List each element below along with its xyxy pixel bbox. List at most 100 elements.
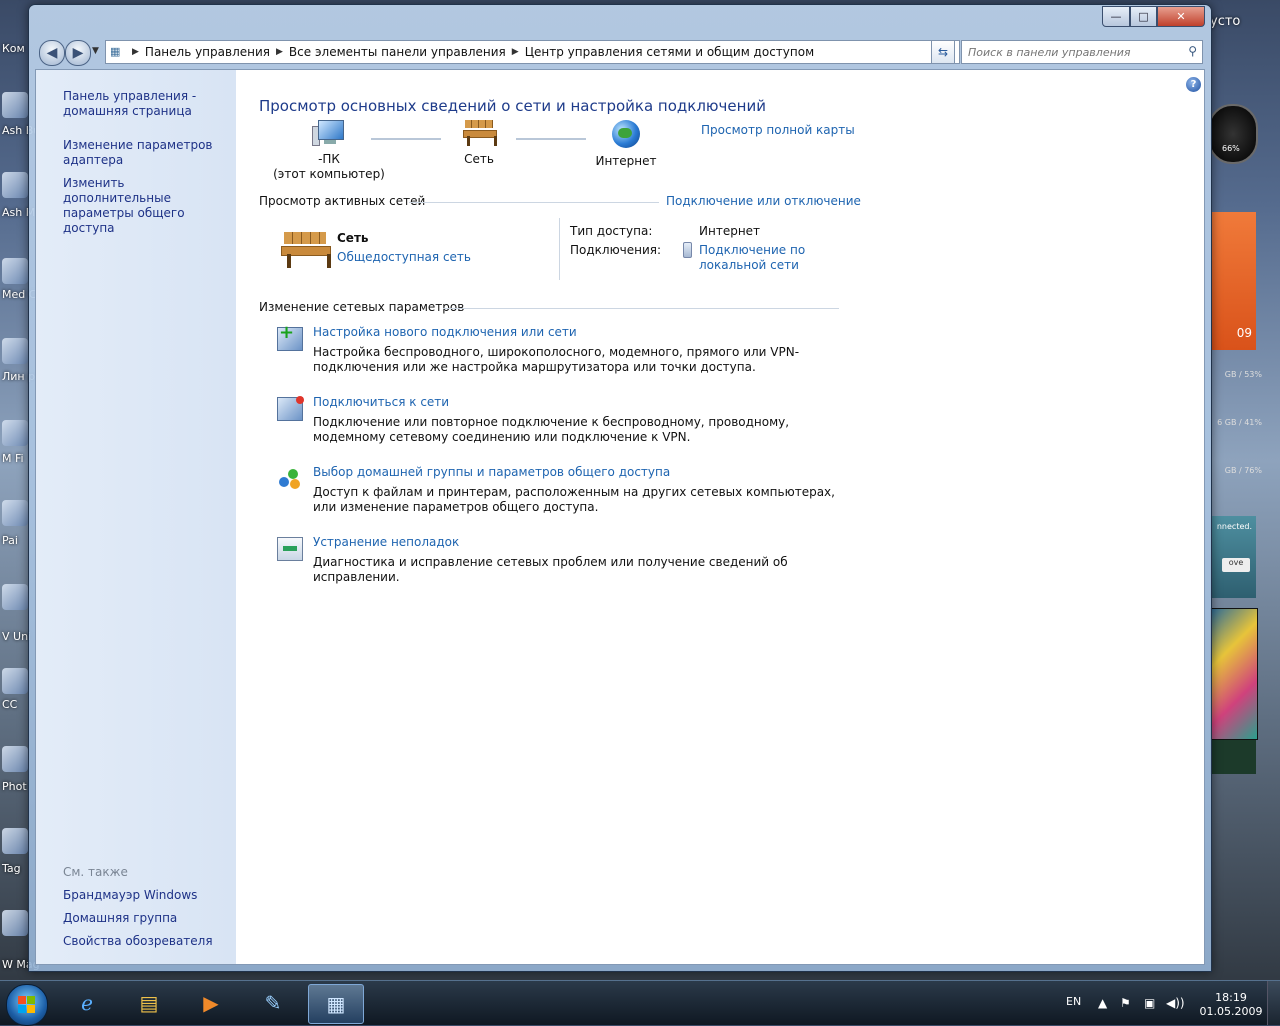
local-area-connection-link[interactable]: Подключение по локальной сети	[699, 243, 819, 273]
desktop-app-icon[interactable]	[2, 668, 28, 694]
explorer-folder-icon[interactable]: ▤	[122, 984, 176, 1022]
network-label: Сеть	[464, 152, 494, 166]
search-box[interactable]: ⚲	[961, 40, 1203, 64]
access-type-value: Интернет	[699, 224, 761, 238]
view-full-map-link[interactable]: Просмотр полной карты	[701, 123, 855, 137]
see-also-heading: См. также	[63, 865, 128, 879]
action-center-flag-icon[interactable]: ⚑	[1120, 996, 1131, 1010]
desktop-app-icon[interactable]	[2, 584, 28, 610]
task-homegroup-link[interactable]: Выбор домашней группы и параметров общег…	[313, 465, 670, 479]
close-button[interactable]: ✕	[1157, 6, 1205, 27]
maximize-button[interactable]: □	[1130, 6, 1157, 27]
breadcrumb-arrow-icon[interactable]: ▶	[276, 47, 283, 57]
sidebar-item-homegroup[interactable]: Домашняя группа	[63, 911, 228, 926]
back-button[interactable]: ◀	[39, 40, 65, 66]
computer-icon	[312, 120, 346, 146]
task-connect-desc: Подключение или повторное подключение к …	[313, 415, 790, 444]
network-gadget-button[interactable]: ove	[1222, 558, 1250, 572]
language-indicator[interactable]: EN	[1066, 995, 1081, 1008]
active-networks-heading: Просмотр активных сетей	[259, 194, 426, 208]
minimize-button[interactable]: —	[1102, 6, 1130, 27]
desktop-app-icon[interactable]	[2, 910, 28, 936]
desktop-label[interactable]: Phot	[2, 780, 27, 793]
desktop-app-icon[interactable]	[2, 500, 28, 526]
task-troubleshoot-link[interactable]: Устранение неполадок	[313, 535, 459, 549]
task-homegroup: Выбор домашней группы и параметров общег…	[277, 465, 877, 515]
control-panel-taskbar-icon[interactable]: ▦	[308, 984, 364, 1024]
network-gadget[interactable]: nnected. ove	[1210, 516, 1256, 598]
forward-button[interactable]: ▶	[65, 40, 91, 66]
desktop-label[interactable]: Pai	[2, 534, 18, 547]
clock-time: 18:19	[1215, 991, 1247, 1004]
task-new-connection-link[interactable]: Настройка нового подключения или сети	[313, 325, 577, 339]
breadcrumb-arrow-icon[interactable]: ▶	[512, 47, 519, 57]
desktop-app-icon[interactable]	[2, 338, 28, 364]
media-player-icon[interactable]: ▶	[184, 984, 238, 1022]
desktop-icons: Ком Ash Bur Ash Ma Med Clas Лин реда M F…	[0, 0, 56, 980]
desktop-top-right-text: усто	[1210, 14, 1241, 29]
desktop-app-icon[interactable]	[2, 420, 28, 446]
task-new-connection: Настройка нового подключения или сети На…	[277, 322, 877, 375]
search-input[interactable]	[966, 43, 1180, 61]
search-icon[interactable]: ⚲	[1188, 44, 1197, 58]
map-connection-line	[516, 138, 586, 140]
public-network-bench-icon	[281, 232, 331, 268]
refresh-button[interactable]: ⇆	[931, 40, 955, 64]
desktop-app-icon[interactable]	[2, 258, 28, 284]
desktop-label[interactable]: V Uni	[2, 630, 31, 643]
drive-gadget-3: GB / 76%	[1224, 466, 1262, 475]
address-bar[interactable]: ▦ ▶ Панель управления ▶ Все элементы пан…	[105, 40, 960, 64]
map-node-computer[interactable]: -ПК (этот компьютер)	[269, 120, 389, 182]
sidebar-item-home[interactable]: Панель управления - домашняя страница	[63, 89, 228, 119]
internet-explorer-icon[interactable]: ℯ	[60, 984, 114, 1022]
main-panel: Просмотр основных сведений о сети и наст…	[259, 70, 1159, 964]
connect-disconnect-link[interactable]: Подключение или отключение	[666, 194, 861, 208]
computer-subtitle: (этот компьютер)	[273, 167, 385, 181]
breadcrumb-control-panel[interactable]: Панель управления	[145, 45, 270, 59]
breadcrumb-all-items[interactable]: Все элементы панели управления	[289, 45, 506, 59]
refresh-icon: ⇆	[937, 45, 949, 59]
page-title: Просмотр основных сведений о сети и наст…	[259, 97, 766, 115]
help-icon[interactable]: ?	[1186, 77, 1201, 92]
sidebar-item-internet-options[interactable]: Свойства обозревателя	[63, 934, 228, 949]
sidebar-item-sharing-settings[interactable]: Изменить дополнительные параметры общего…	[63, 176, 228, 236]
clock-date: 01.05.2009	[1199, 1005, 1263, 1018]
desktop-app-icon[interactable]	[2, 172, 28, 198]
desktop-label[interactable]: CC	[2, 698, 17, 711]
show-desktop-button[interactable]	[1267, 981, 1280, 1025]
notes-gadget[interactable]: 09	[1212, 212, 1256, 350]
cpu-meter-gadget[interactable]: 66%	[1208, 104, 1258, 164]
desktop-app-icon[interactable]	[2, 746, 28, 772]
network-type-link[interactable]: Общедоступная сеть	[337, 250, 471, 264]
desktop-label[interactable]: M Fi	[2, 452, 24, 465]
network-gadget-text: nnected.	[1216, 522, 1252, 531]
map-node-network[interactable]: Сеть	[439, 120, 519, 167]
sidebar-item-adapter-settings[interactable]: Изменение параметров адаптера	[63, 138, 228, 168]
desktop-app-icon[interactable]	[2, 92, 28, 118]
desktop-label[interactable]: Ком	[2, 42, 25, 55]
internet-label: Интернет	[595, 154, 657, 168]
breadcrumb-arrow-icon[interactable]: ▶	[132, 47, 139, 57]
desktop-app-icon[interactable]	[2, 828, 28, 854]
content-area: Панель управления - домашняя страница Из…	[35, 69, 1205, 965]
sidebar-item-firewall[interactable]: Брандмауэр Windows	[63, 888, 228, 903]
vertical-divider	[559, 218, 560, 280]
new-connection-icon	[277, 322, 303, 351]
start-button[interactable]	[6, 984, 48, 1026]
desktop-label[interactable]: Tag	[2, 862, 21, 875]
volume-icon[interactable]: ◀))	[1166, 996, 1185, 1010]
network-tray-icon[interactable]: ▣	[1144, 996, 1155, 1010]
breadcrumb-network-center[interactable]: Центр управления сетями и общим доступом	[525, 45, 814, 59]
paint-icon[interactable]: ✎	[246, 984, 300, 1022]
show-hidden-icons-icon[interactable]: ▲	[1098, 996, 1107, 1010]
task-connect-link[interactable]: Подключиться к сети	[313, 395, 449, 409]
recent-pages-dropdown-icon[interactable]: ▼	[92, 46, 99, 56]
ethernet-connection-icon	[683, 242, 692, 258]
notes-number: 09	[1236, 326, 1252, 340]
slideshow-gadget[interactable]	[1210, 608, 1258, 740]
public-network-bench-icon	[463, 120, 497, 146]
map-node-internet[interactable]: Интернет	[585, 120, 667, 169]
clock[interactable]: 18:19 01.05.2009	[1196, 991, 1266, 1019]
troubleshoot-icon	[277, 537, 303, 561]
section-divider	[443, 308, 839, 309]
